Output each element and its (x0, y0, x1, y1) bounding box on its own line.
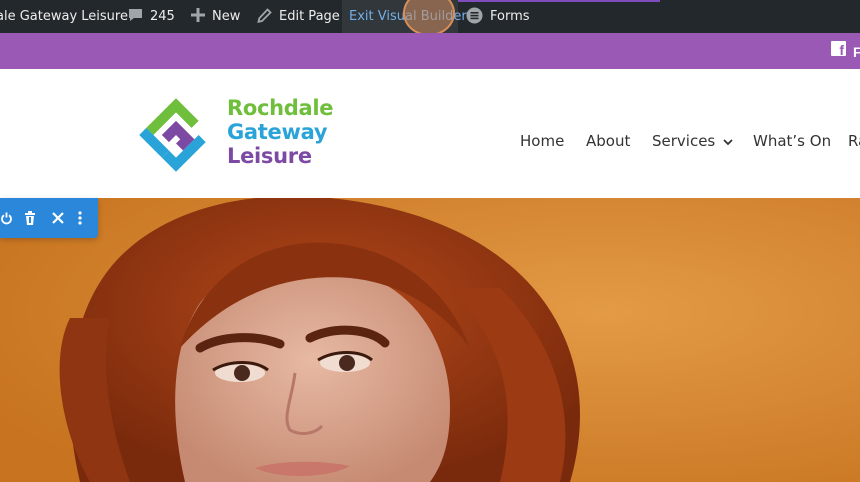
new-label: New (212, 9, 241, 24)
forms-label: Forms (490, 9, 530, 24)
plus-icon (191, 8, 205, 25)
admin-bar-edit-page[interactable]: Edit Page (257, 0, 340, 33)
nav-item-services-label: Services (652, 132, 716, 150)
top-bar: f F (0, 33, 860, 69)
admin-bar-new[interactable]: New (191, 0, 240, 33)
nav-item-whats-on[interactable]: What’s On (753, 132, 831, 150)
builder-section-toolbar (0, 198, 98, 238)
comments-count: 245 (150, 9, 175, 24)
nav-item-services[interactable]: Services (652, 132, 733, 150)
logo-mark-icon[interactable] (136, 95, 216, 175)
nav-item-truncated[interactable]: Ra (848, 132, 860, 150)
pencil-icon (257, 7, 272, 26)
more-vertical-icon[interactable] (68, 198, 92, 238)
comment-icon (128, 8, 143, 25)
site-header: Rochdale Gateway Leisure Home About Serv… (0, 69, 860, 198)
facebook-link-text[interactable]: F (853, 44, 860, 60)
site-name-label: ale Gateway Leisure (0, 9, 128, 24)
close-icon[interactable] (46, 198, 70, 238)
edit-page-label: Edit Page (279, 9, 340, 24)
logo-text[interactable]: Rochdale Gateway Leisure (227, 96, 334, 168)
nav-item-about[interactable]: About (586, 132, 630, 150)
facebook-icon[interactable]: f (831, 41, 846, 58)
logo-line-1: Rochdale (227, 96, 334, 120)
chevron-down-icon (719, 136, 733, 149)
admin-bar-forms[interactable]: Forms (466, 0, 530, 33)
forms-icon (466, 7, 483, 27)
logo-line-2: Gateway (227, 120, 328, 144)
trash-icon[interactable] (18, 198, 42, 238)
admin-bar-comments[interactable]: 245 (128, 0, 175, 33)
admin-bar-site-name[interactable]: ale Gateway Leisure (0, 0, 128, 33)
logo-line-3: Leisure (227, 144, 312, 168)
admin-bar: ale Gateway Leisure 245 New Edit Page Ex… (0, 0, 860, 36)
hero-portrait-illustration (0, 198, 860, 482)
power-icon[interactable] (0, 198, 18, 238)
hero-image (0, 198, 860, 482)
nav-item-home[interactable]: Home (520, 132, 564, 150)
